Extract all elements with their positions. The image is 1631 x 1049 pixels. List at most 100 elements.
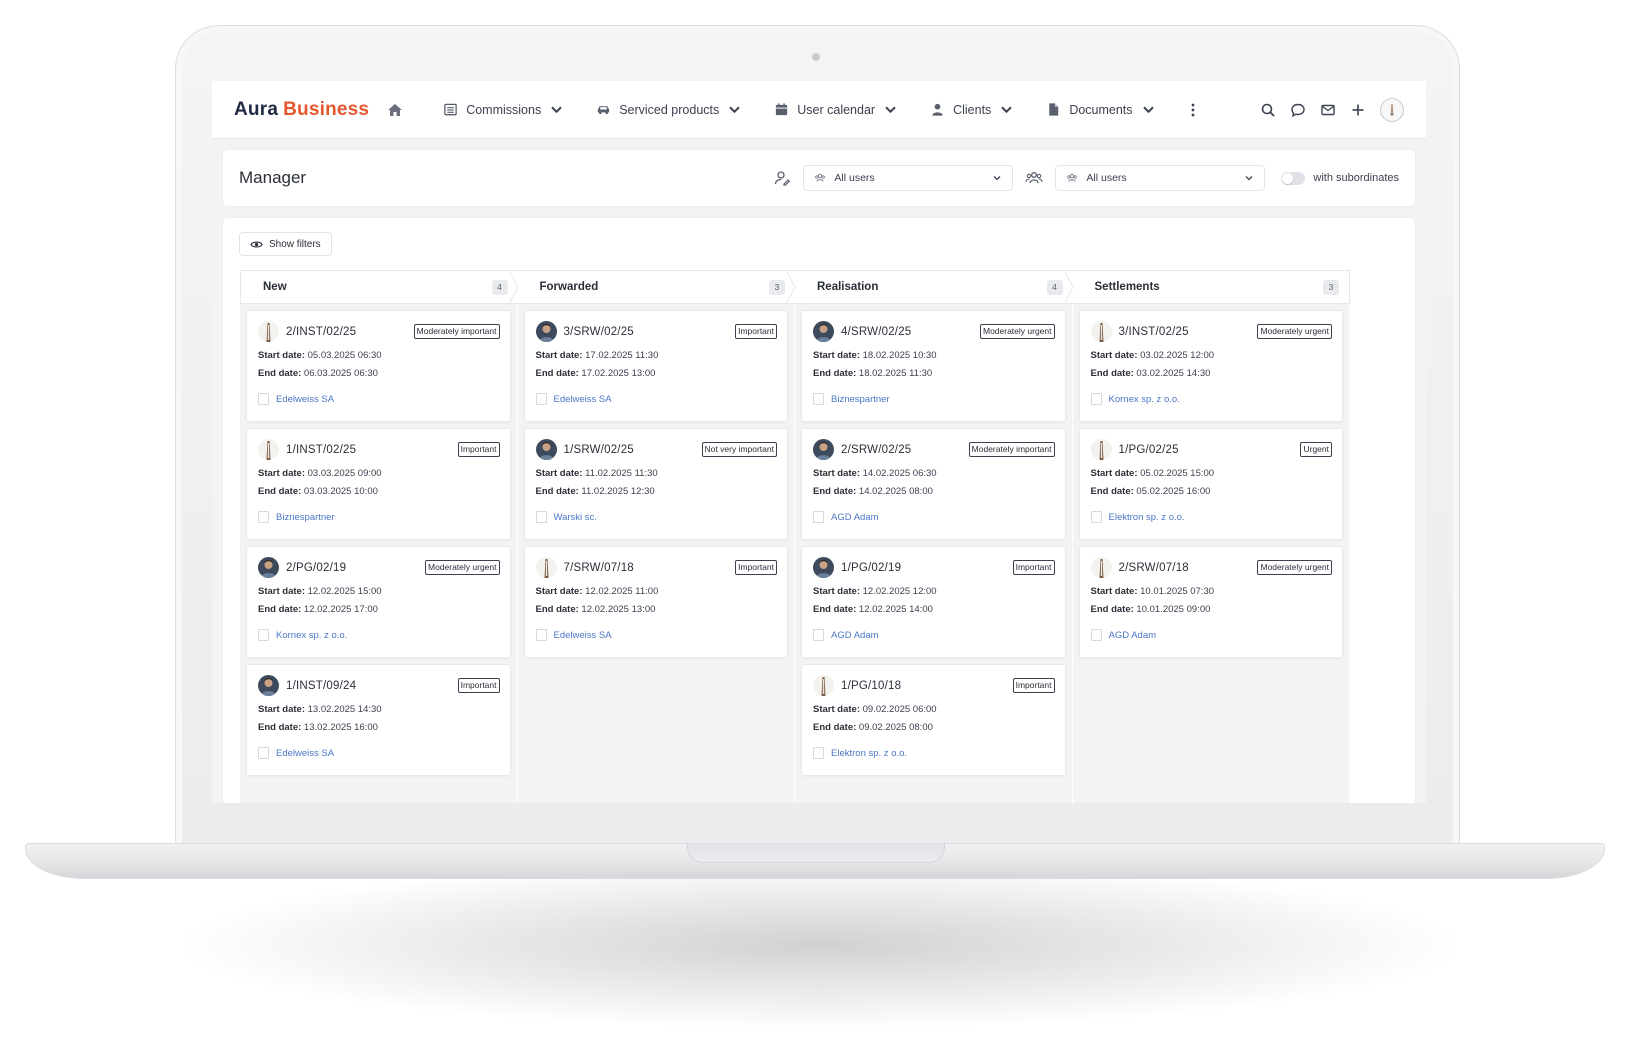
client-checkbox[interactable] <box>535 629 547 641</box>
subordinates-toggle[interactable]: with subordinates <box>1281 171 1399 185</box>
brand-name-part2: Business <box>283 98 370 120</box>
start-date-value: 12.02.2025 11:00 <box>585 586 659 597</box>
client-link[interactable]: Edelweiss SA <box>554 630 612 641</box>
end-date-label: End date: <box>813 368 857 379</box>
nav-clients[interactable]: Clients <box>930 102 1014 117</box>
client-link[interactable]: Elektron sp. z o.o. <box>1109 512 1185 523</box>
start-date-row: Start date: 18.02.2025 10:30 <box>813 350 1055 361</box>
task-card[interactable]: 1/INST/09/24 Important Start date: 13.02.2… <box>246 664 511 776</box>
task-card[interactable]: 2/INST/02/25 Moderately important Start da… <box>246 310 511 422</box>
column-body: 2/INST/02/25 Moderately important Start da… <box>240 304 518 803</box>
page-header: Manager All users All users with subordi… <box>222 149 1416 207</box>
home-icon[interactable] <box>387 102 403 118</box>
task-card[interactable]: 4/SRW/02/25 Moderately urgent Start date: … <box>801 310 1066 422</box>
client-link[interactable]: Kornex sp. z o.o. <box>276 630 347 641</box>
start-date-row: Start date: 12.02.2025 12:00 <box>813 586 1055 597</box>
end-date-value: 09.02.2025 08:00 <box>858 722 933 733</box>
task-card[interactable]: 2/SRW/07/18 Moderately urgent Start date: … <box>1078 546 1343 658</box>
start-date-value: 03.03.2025 09:00 <box>307 468 382 479</box>
nav-documents[interactable]: Documents <box>1046 102 1155 117</box>
client-checkbox[interactable] <box>813 629 824 641</box>
client-link[interactable]: Kornex sp. z o.o. <box>1109 394 1180 405</box>
column-divider-arrow <box>786 270 796 304</box>
client-checkbox[interactable] <box>813 747 824 759</box>
mail-icon[interactable] <box>1320 102 1336 118</box>
column-header: Realisation 4 <box>795 270 1074 304</box>
start-date-value: 05.02.2025 15:00 <box>1140 468 1215 479</box>
end-date-label: End date: <box>813 486 857 497</box>
start-date-row: Start date: 17.02.2025 11:30 <box>536 350 778 361</box>
client-link[interactable]: AGD Adam <box>831 630 879 641</box>
client-checkbox[interactable] <box>1090 629 1102 641</box>
team-select[interactable]: All users <box>1055 165 1266 191</box>
client-link[interactable]: Edelweiss SA <box>276 394 334 405</box>
task-card[interactable]: 3/INST/02/25 Moderately urgent Start date:… <box>1078 310 1343 422</box>
client-link[interactable]: Biznespartner <box>831 394 890 405</box>
priority-badge: Moderately urgent <box>979 324 1055 339</box>
client-link[interactable]: AGD Adam <box>1109 630 1157 641</box>
start-date-row: Start date: 10.01.2025 07:30 <box>1091 586 1333 597</box>
client-checkbox[interactable] <box>258 511 269 523</box>
nav-user-calendar[interactable]: User calendar <box>774 102 898 117</box>
client-row: Kornex sp. z o.o. <box>1090 393 1333 405</box>
nav-commissions[interactable]: Commissions <box>443 102 564 117</box>
user-icon <box>932 103 943 116</box>
search-icon[interactable] <box>1260 102 1276 118</box>
task-card[interactable]: 1/INST/02/25 Important Start date: 03.03.2… <box>246 428 511 540</box>
toggle-switch[interactable] <box>1281 171 1306 185</box>
end-date-label: End date: <box>258 604 302 615</box>
client-checkbox[interactable] <box>258 747 269 759</box>
client-checkbox[interactable] <box>813 393 824 405</box>
end-date-value: 11.02.2025 12:30 <box>581 486 655 497</box>
task-card[interactable]: 3/SRW/02/25 Important Start date: 17.02.20… <box>523 310 788 422</box>
end-date-label: End date: <box>535 486 579 497</box>
start-date-value: 12.02.2025 12:00 <box>862 586 937 597</box>
client-link[interactable]: Elektron sp. z o.o. <box>831 748 907 759</box>
client-checkbox[interactable] <box>535 511 547 523</box>
brand-logo[interactable]: Aura Business <box>234 99 369 121</box>
end-date-value: 12.02.2025 13:00 <box>581 604 656 615</box>
task-card[interactable]: 2/SRW/02/25 Moderately important Start dat… <box>801 428 1066 540</box>
client-checkbox[interactable] <box>1090 511 1102 523</box>
client-checkbox[interactable] <box>813 511 824 523</box>
client-checkbox[interactable] <box>1090 393 1102 405</box>
start-date-row: Start date: 05.03.2025 06:30 <box>258 350 500 361</box>
chat-icon[interactable] <box>1290 102 1306 118</box>
nav-serviced-products[interactable]: Serviced products <box>596 102 742 117</box>
task-card[interactable]: 1/PG/02/19 Important Start date: 12.02.202… <box>801 546 1066 658</box>
laptop-shadow <box>170 860 1470 1030</box>
end-date-value: 05.02.2025 16:00 <box>1136 486 1211 497</box>
client-link[interactable]: Edelweiss SA <box>554 394 612 405</box>
client-link[interactable]: Edelweiss SA <box>276 748 334 759</box>
card-id: 2/PG/02/19 <box>286 561 347 574</box>
priority-badge: Important <box>1012 560 1055 575</box>
show-filters-label: Show filters <box>269 238 321 250</box>
end-date-row: End date: 18.02.2025 11:30 <box>813 368 1055 379</box>
task-card[interactable]: 1/PG/10/18 Important Start date: 09.02.202… <box>801 664 1066 776</box>
assignee-select[interactable]: All users <box>803 165 1014 191</box>
show-filters-button[interactable]: Show filters <box>239 232 332 256</box>
task-card[interactable]: 7/SRW/07/18 Important Start date: 12.02.20… <box>523 546 788 658</box>
nav-documents-label: Documents <box>1069 102 1133 117</box>
start-date-value: 13.02.2025 14:30 <box>307 704 382 715</box>
client-checkbox[interactable] <box>258 393 269 405</box>
assignee-avatar <box>1090 321 1112 342</box>
more-vertical-icon[interactable] <box>1186 102 1200 118</box>
plus-icon[interactable] <box>1350 102 1366 118</box>
priority-badge: Important <box>457 678 500 693</box>
card-header: 1/SRW/02/25 Not very important <box>535 439 777 460</box>
client-link[interactable]: Biznespartner <box>276 512 335 523</box>
client-checkbox[interactable] <box>535 393 547 405</box>
column-forwarded: Forwarded 3 3/SRW/02/25 Important Start date… <box>517 270 796 803</box>
task-card[interactable]: 2/PG/02/19 Moderately urgent Start date: 1… <box>246 546 511 658</box>
client-link[interactable]: AGD Adam <box>831 512 879 523</box>
card-id: 1/INST/09/24 <box>286 679 357 692</box>
client-row: AGD Adam <box>813 511 1055 523</box>
start-date-label: Start date: <box>535 468 583 479</box>
user-avatar[interactable] <box>1380 97 1404 122</box>
task-card[interactable]: 1/PG/02/25 Urgent Start date: 05.02.2025 1… <box>1078 428 1343 540</box>
task-card[interactable]: 1/SRW/02/25 Not very important Start date:… <box>523 428 788 540</box>
chevron-down-icon <box>1001 106 1013 114</box>
client-checkbox[interactable] <box>258 629 269 641</box>
client-link[interactable]: Warski sc. <box>554 512 597 523</box>
